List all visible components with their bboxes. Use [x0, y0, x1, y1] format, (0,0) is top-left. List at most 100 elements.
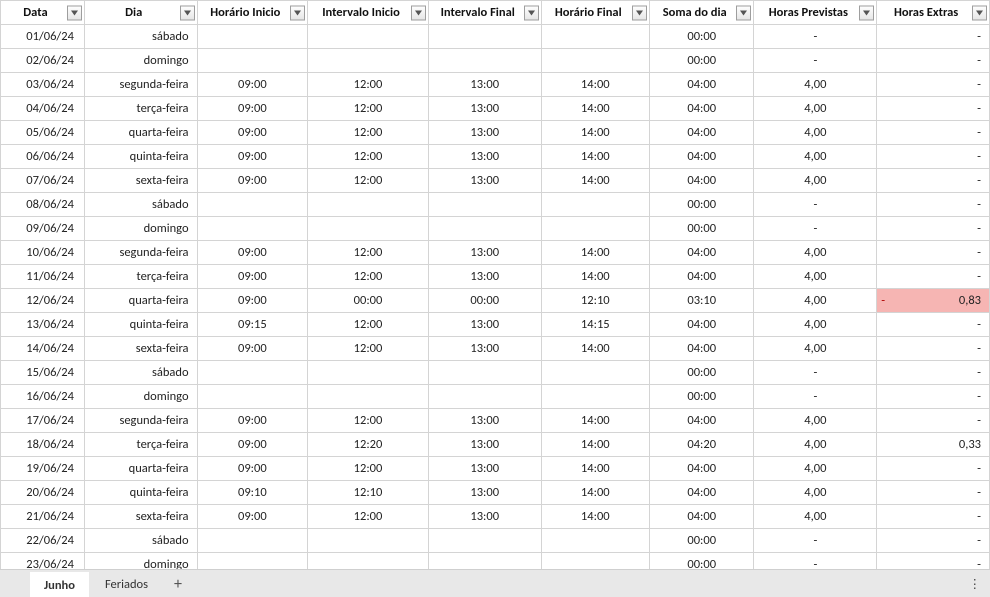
cell-horario-final[interactable] — [541, 529, 650, 553]
cell-soma-dia[interactable]: 00:00 — [650, 385, 754, 409]
cell-soma-dia[interactable]: 04:00 — [650, 313, 754, 337]
cell-intervalo-inicio[interactable]: 12:00 — [308, 409, 429, 433]
cell-dia[interactable]: sexta-feira — [84, 505, 197, 529]
cell-horario-final[interactable]: 14:00 — [541, 265, 650, 289]
cell-intervalo-final[interactable] — [428, 193, 541, 217]
cell-horario-inicio[interactable] — [197, 25, 308, 49]
cell-dia[interactable]: sábado — [84, 25, 197, 49]
cell-horas-previstas[interactable]: 4,00 — [754, 337, 877, 361]
cell-data[interactable]: 09/06/24 — [1, 217, 85, 241]
cell-data[interactable]: 12/06/24 — [1, 289, 85, 313]
cell-horario-final[interactable] — [541, 193, 650, 217]
cell-soma-dia[interactable]: 04:00 — [650, 409, 754, 433]
cell-horario-inicio[interactable]: 09:15 — [197, 313, 308, 337]
cell-horario-inicio[interactable]: 09:00 — [197, 169, 308, 193]
cell-horas-extras[interactable]: - — [877, 265, 990, 289]
cell-horario-final[interactable]: 14:00 — [541, 241, 650, 265]
cell-horas-extras[interactable]: - — [877, 73, 990, 97]
cell-intervalo-inicio[interactable] — [308, 25, 429, 49]
cell-data[interactable]: 14/06/24 — [1, 337, 85, 361]
cell-intervalo-final[interactable]: 13:00 — [428, 121, 541, 145]
cell-data[interactable]: 01/06/24 — [1, 25, 85, 49]
cell-horas-previstas[interactable]: 4,00 — [754, 145, 877, 169]
cell-horario-final[interactable]: 14:00 — [541, 73, 650, 97]
cell-soma-dia[interactable]: 04:00 — [650, 121, 754, 145]
cell-dia[interactable]: quinta-feira — [84, 145, 197, 169]
cell-soma-dia[interactable]: 00:00 — [650, 25, 754, 49]
cell-horas-previstas[interactable]: 4,00 — [754, 289, 877, 313]
cell-horas-extras[interactable]: - — [877, 553, 990, 570]
cell-soma-dia[interactable]: 00:00 — [650, 361, 754, 385]
cell-data[interactable]: 21/06/24 — [1, 505, 85, 529]
cell-horas-extras[interactable]: 0,33 — [877, 433, 990, 457]
cell-horario-final[interactable]: 14:00 — [541, 433, 650, 457]
cell-horario-final[interactable]: 14:00 — [541, 457, 650, 481]
sheet-tab-junho[interactable]: Junho — [30, 572, 89, 597]
cell-horas-previstas[interactable]: 4,00 — [754, 481, 877, 505]
cell-soma-dia[interactable]: 04:00 — [650, 337, 754, 361]
cell-dia[interactable]: quinta-feira — [84, 313, 197, 337]
cell-intervalo-inicio[interactable]: 12:00 — [308, 73, 429, 97]
cell-data[interactable]: 22/06/24 — [1, 529, 85, 553]
cell-intervalo-inicio[interactable]: 12:00 — [308, 97, 429, 121]
cell-horas-extras[interactable]: - — [877, 409, 990, 433]
header-soma-dia[interactable]: Soma do dia — [650, 1, 754, 25]
cell-horario-final[interactable]: 14:00 — [541, 121, 650, 145]
cell-horario-inicio[interactable]: 09:00 — [197, 409, 308, 433]
tabs-more-button[interactable]: ⋮ — [969, 576, 983, 592]
cell-horario-inicio[interactable]: 09:00 — [197, 289, 308, 313]
cell-intervalo-inicio[interactable] — [308, 529, 429, 553]
cell-horario-inicio[interactable]: 09:00 — [197, 121, 308, 145]
cell-data[interactable]: 04/06/24 — [1, 97, 85, 121]
cell-horas-extras[interactable]: - — [877, 145, 990, 169]
cell-horas-previstas[interactable]: - — [754, 385, 877, 409]
cell-data[interactable]: 20/06/24 — [1, 481, 85, 505]
cell-data[interactable]: 10/06/24 — [1, 241, 85, 265]
header-dia[interactable]: Dia — [84, 1, 197, 25]
filter-dropdown-icon[interactable] — [859, 5, 874, 20]
cell-intervalo-final[interactable] — [428, 25, 541, 49]
cell-horario-inicio[interactable]: 09:00 — [197, 337, 308, 361]
cell-horas-previstas[interactable]: 4,00 — [754, 241, 877, 265]
cell-intervalo-final[interactable] — [428, 361, 541, 385]
cell-intervalo-final[interactable]: 13:00 — [428, 73, 541, 97]
cell-dia[interactable]: domingo — [84, 553, 197, 570]
filter-dropdown-icon[interactable] — [736, 5, 751, 20]
cell-data[interactable]: 17/06/24 — [1, 409, 85, 433]
cell-horas-extras[interactable]: - — [877, 481, 990, 505]
cell-horas-extras[interactable]: - — [877, 25, 990, 49]
cell-dia[interactable]: domingo — [84, 385, 197, 409]
filter-dropdown-icon[interactable] — [180, 5, 195, 20]
cell-horario-inicio[interactable] — [197, 529, 308, 553]
cell-intervalo-inicio[interactable] — [308, 361, 429, 385]
header-intervalo-inicio[interactable]: Intervalo Inicio — [308, 1, 429, 25]
cell-intervalo-inicio[interactable] — [308, 193, 429, 217]
cell-intervalo-final[interactable]: 00:00 — [428, 289, 541, 313]
cell-horas-previstas[interactable]: 4,00 — [754, 457, 877, 481]
cell-horas-previstas[interactable]: - — [754, 25, 877, 49]
cell-soma-dia[interactable]: 04:00 — [650, 481, 754, 505]
cell-dia[interactable]: domingo — [84, 217, 197, 241]
cell-intervalo-final[interactable] — [428, 49, 541, 73]
cell-dia[interactable]: quarta-feira — [84, 121, 197, 145]
cell-intervalo-final[interactable]: 13:00 — [428, 433, 541, 457]
cell-horario-final[interactable] — [541, 25, 650, 49]
cell-soma-dia[interactable]: 04:00 — [650, 169, 754, 193]
cell-horario-final[interactable]: 14:00 — [541, 505, 650, 529]
cell-intervalo-inicio[interactable] — [308, 385, 429, 409]
cell-dia[interactable]: terça-feira — [84, 433, 197, 457]
cell-intervalo-final[interactable] — [428, 529, 541, 553]
cell-data[interactable]: 02/06/24 — [1, 49, 85, 73]
cell-data[interactable]: 08/06/24 — [1, 193, 85, 217]
cell-horario-inicio[interactable]: 09:00 — [197, 97, 308, 121]
cell-soma-dia[interactable]: 04:00 — [650, 241, 754, 265]
cell-data[interactable]: 23/06/24 — [1, 553, 85, 570]
cell-intervalo-final[interactable]: 13:00 — [428, 457, 541, 481]
sheet-tab-feriados[interactable]: Feriados — [91, 571, 162, 597]
cell-intervalo-final[interactable]: 13:00 — [428, 265, 541, 289]
cell-intervalo-final[interactable]: 13:00 — [428, 505, 541, 529]
add-sheet-button[interactable]: + — [164, 571, 192, 597]
cell-soma-dia[interactable]: 00:00 — [650, 217, 754, 241]
cell-data[interactable]: 11/06/24 — [1, 265, 85, 289]
cell-horas-extras[interactable]: - — [877, 457, 990, 481]
